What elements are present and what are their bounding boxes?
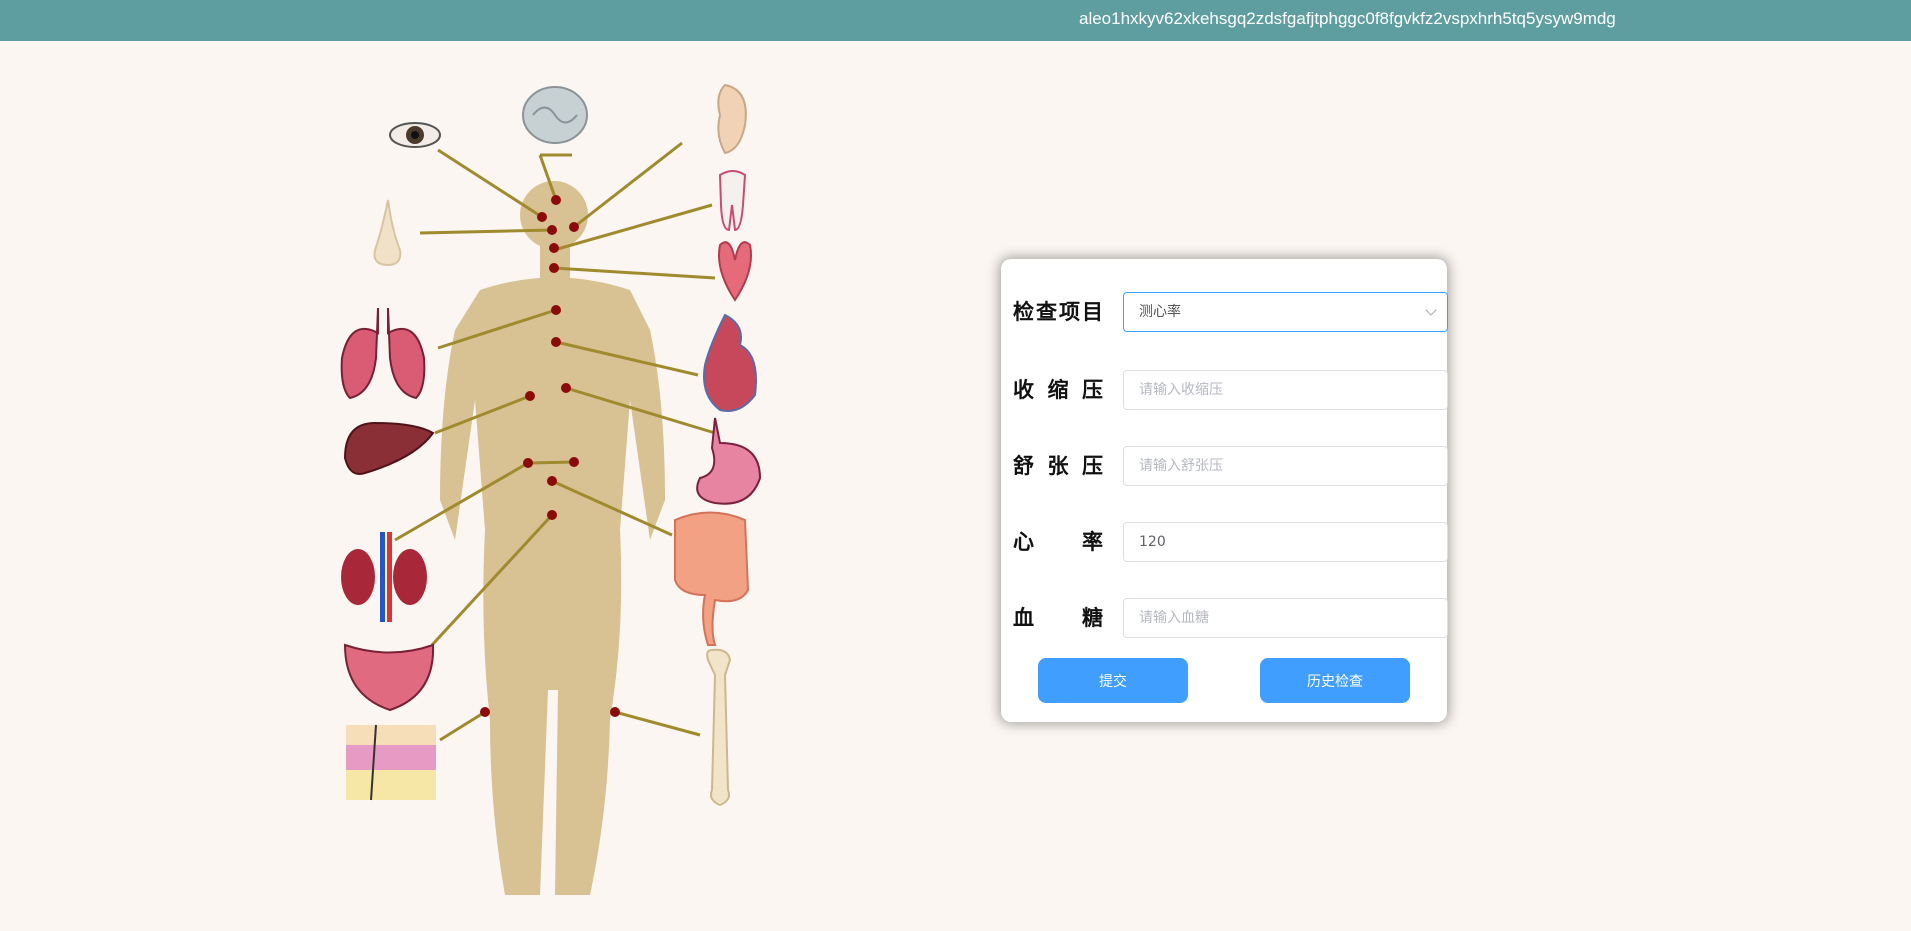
liver-icon (343, 421, 435, 475)
history-button[interactable]: 历史检查 (1260, 658, 1410, 703)
submit-button[interactable]: 提交 (1038, 658, 1188, 703)
heart-rate-input[interactable] (1123, 522, 1448, 562)
wallet-address: aleo1hxkyv62xkehsgq2zdsfgafjtphggc0f8fgv… (1079, 9, 1616, 28)
brain-icon (522, 86, 588, 144)
bone-icon (706, 648, 732, 807)
tooth-icon (718, 170, 747, 232)
eye-icon (389, 122, 441, 148)
diastolic-label: 舒张压 (1013, 454, 1103, 478)
intestines-icon (674, 511, 750, 646)
chevron-down-icon[interactable] (1425, 304, 1437, 316)
body-organ-map (320, 70, 780, 910)
heart-rate-row: 心率 (1001, 522, 1448, 562)
skin-icon (346, 724, 436, 801)
blood-sugar-row: 血糖 (1001, 598, 1448, 638)
systolic-label: 收缩压 (1013, 378, 1103, 402)
lungs-icon (340, 307, 426, 400)
exam-item-selected-value: 测心率 (1139, 304, 1181, 320)
blood-sugar-label: 血糖 (1013, 606, 1103, 630)
top-bar: aleo1hxkyv62xkehsgq2zdsfgafjtphggc0f8fgv… (0, 0, 1911, 41)
kidneys-icon (341, 532, 427, 622)
heart-icon (703, 313, 757, 412)
body-illustration (340, 83, 762, 895)
exam-form-card: 检查项目 测心率 收缩压 舒张压 心率 血糖 提交 历史检查 (1001, 259, 1448, 722)
diastolic-input[interactable] (1123, 446, 1448, 486)
systolic-input[interactable] (1123, 370, 1448, 410)
exam-item-row: 检查项目 测心率 (1001, 292, 1448, 332)
systolic-row: 收缩压 (1001, 370, 1448, 410)
human-silhouette (440, 181, 665, 895)
ear-icon (717, 83, 747, 155)
nose-icon (373, 199, 402, 267)
thyroid-icon (718, 241, 752, 302)
exam-item-select[interactable]: 测心率 (1123, 292, 1448, 332)
diastolic-row: 舒张压 (1001, 446, 1448, 486)
bladder-icon (343, 643, 435, 712)
exam-item-label: 检查项目 (1013, 300, 1103, 324)
blood-sugar-input[interactable] (1123, 598, 1448, 638)
heart-rate-label: 心率 (1013, 530, 1103, 554)
